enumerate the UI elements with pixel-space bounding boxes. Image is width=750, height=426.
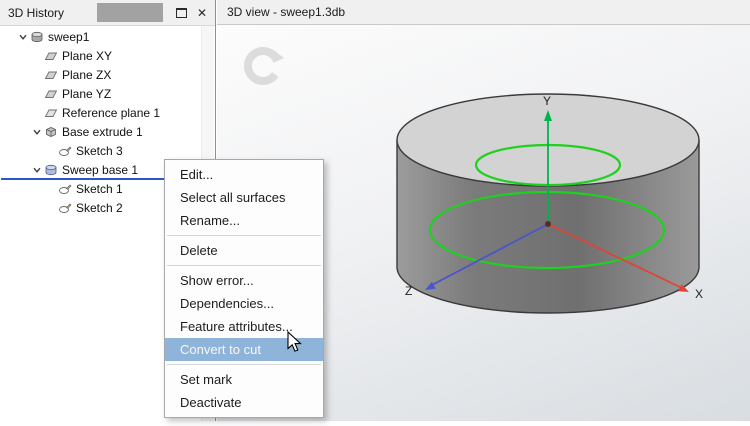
menu-item-rename[interactable]: Rename... <box>165 209 323 232</box>
menu-separator <box>167 265 321 266</box>
view-title: 3D view - sweep1.3db <box>227 5 346 19</box>
tree-item-reference-plane-1[interactable]: Reference plane 1 <box>0 103 202 122</box>
menu-separator <box>167 364 321 365</box>
menu-item-dependencies[interactable]: Dependencies... <box>165 292 323 315</box>
tree-item-label: Plane XY <box>62 48 113 63</box>
menu-item-select-all-surfaces[interactable]: Select all surfaces <box>165 186 323 209</box>
reference-plane-icon <box>44 106 59 120</box>
tree-item-label: Sweep base 1 <box>62 162 139 177</box>
menu-item-deactivate[interactable]: Deactivate <box>165 391 323 414</box>
chevron-down-icon[interactable] <box>16 32 30 42</box>
menu-item-show-error[interactable]: Show error... <box>165 269 323 292</box>
tree-item-base-extrude-1[interactable]: Base extrude 1 <box>0 122 202 141</box>
axis-z-label: Z <box>405 284 412 298</box>
tree-item-label: Sketch 1 <box>76 181 123 196</box>
tree-item-sketch-3[interactable]: Sketch 3 <box>0 141 202 160</box>
maximize-button[interactable] <box>172 4 190 21</box>
tree-item-label: Sketch 2 <box>76 200 123 215</box>
mouse-cursor-icon <box>287 331 302 352</box>
chevron-down-icon[interactable] <box>30 165 44 175</box>
panel-title: 3D History <box>8 5 65 20</box>
sketch-icon <box>58 182 73 196</box>
plane-icon <box>44 87 59 101</box>
axis-y-label: Y <box>543 94 551 108</box>
sketch-icon <box>58 201 73 215</box>
3d-view-header: 3D view - sweep1.3db <box>217 0 750 25</box>
tree-item-label: Sketch 3 <box>76 143 123 158</box>
plane-icon <box>44 68 59 82</box>
extrude-icon <box>44 125 59 139</box>
maximize-icon <box>175 7 187 18</box>
tree-item-label: sweep1 <box>48 29 90 44</box>
menu-item-set-mark[interactable]: Set mark <box>165 368 323 391</box>
menu-separator <box>167 235 321 236</box>
plane-icon <box>44 49 59 63</box>
menu-item-edit[interactable]: Edit... <box>165 163 323 186</box>
origin-point <box>545 221 551 227</box>
axis-x-label: X <box>695 287 703 301</box>
panel-grip <box>97 3 163 22</box>
orbit-widget-icon[interactable] <box>244 47 284 85</box>
tree-item-plane-zx[interactable]: Plane ZX <box>0 65 202 84</box>
sweep-icon <box>44 163 59 177</box>
history-panel-header: 3D History ✕ <box>0 0 215 26</box>
context-menu: Edit... Select all surfaces Rename... De… <box>164 159 324 418</box>
tree-item-sweep1[interactable]: sweep1 <box>0 27 202 46</box>
close-button[interactable]: ✕ <box>193 4 211 21</box>
menu-item-delete[interactable]: Delete <box>165 239 323 262</box>
part-icon <box>30 30 45 44</box>
tree-item-plane-xy[interactable]: Plane XY <box>0 46 202 65</box>
tree-item-label: Base extrude 1 <box>62 124 143 139</box>
chevron-down-icon[interactable] <box>30 127 44 137</box>
tree-item-label: Reference plane 1 <box>62 105 161 120</box>
tree-item-label: Plane ZX <box>62 67 112 82</box>
sketch-icon <box>58 144 73 158</box>
tree-item-plane-yz[interactable]: Plane YZ <box>0 84 202 103</box>
drop-indicator <box>1 178 164 180</box>
tree-item-label: Plane YZ <box>62 86 112 101</box>
